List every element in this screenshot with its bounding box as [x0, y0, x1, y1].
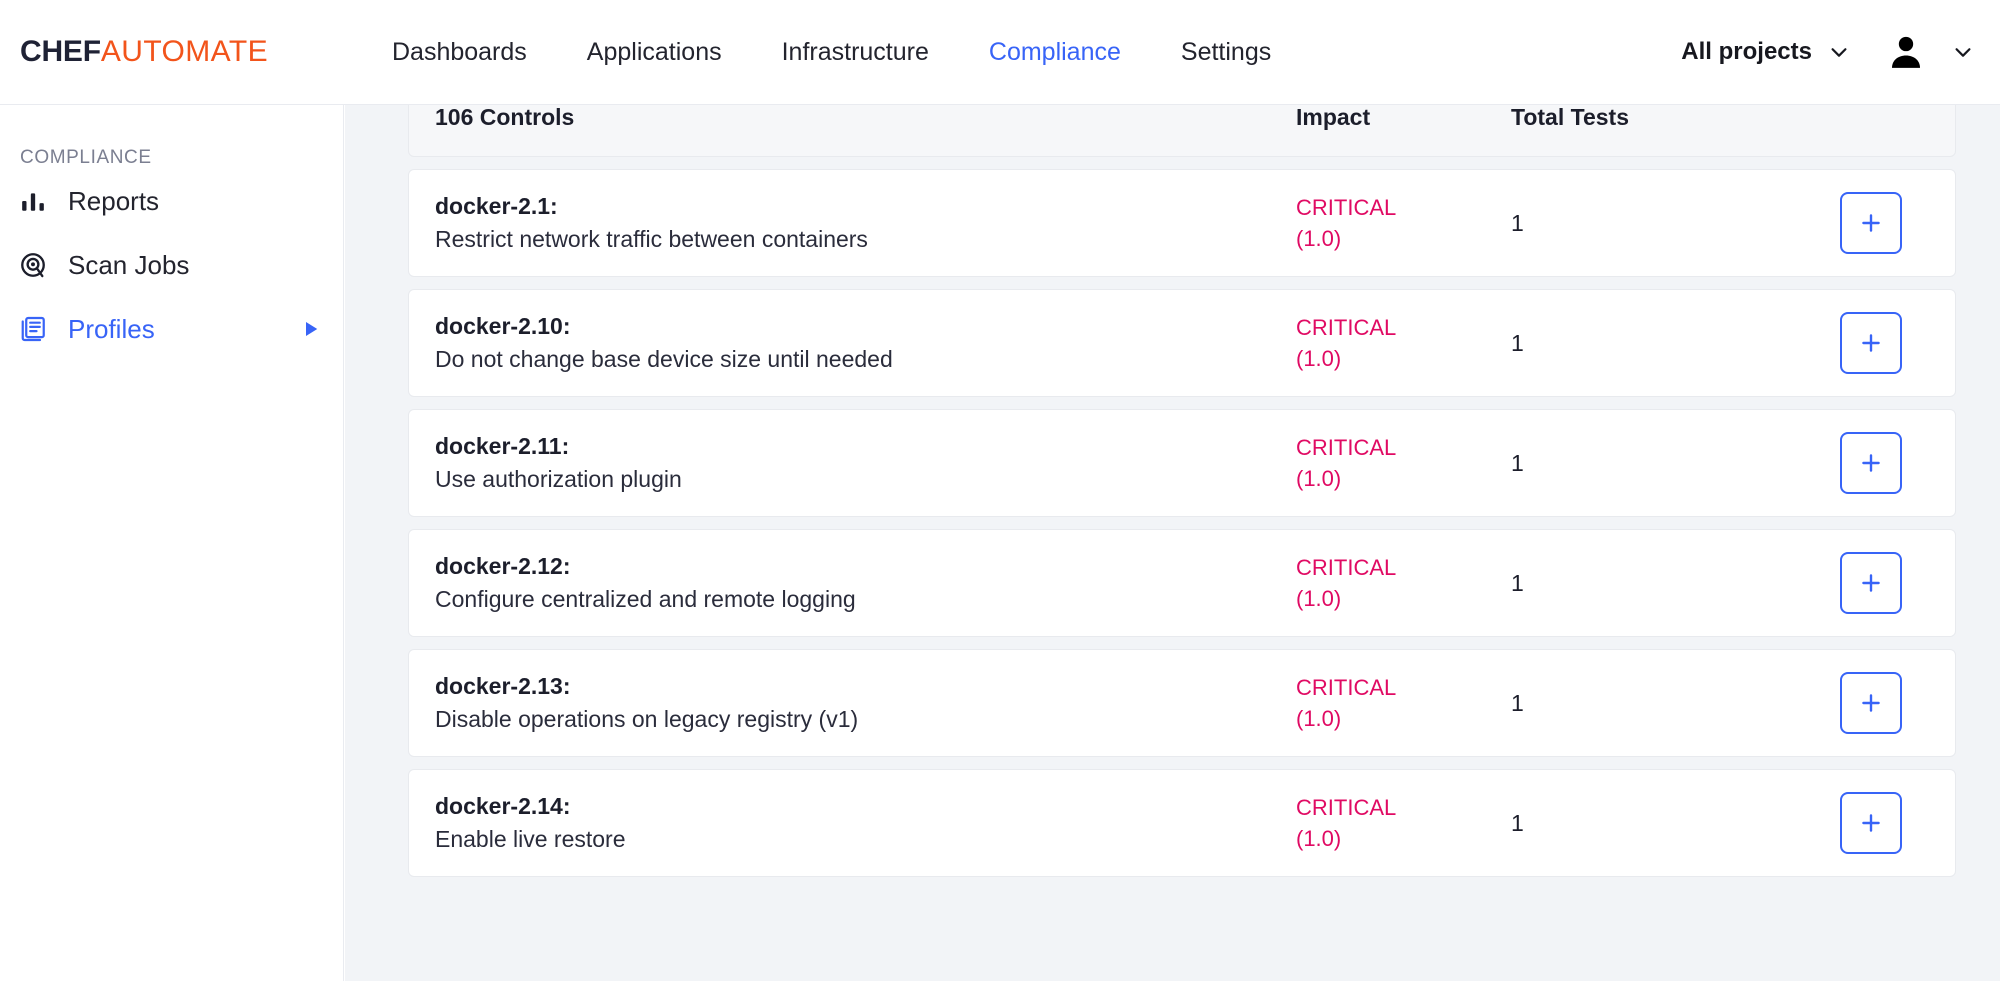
sidebar-item-scan-jobs[interactable]: Scan Jobs: [0, 233, 343, 297]
impact-level: CRITICAL: [1296, 672, 1511, 703]
nav-item-applications[interactable]: Applications: [587, 38, 722, 67]
impact-value: (1.0): [1296, 703, 1511, 734]
row-actions-cell: [1811, 192, 1931, 254]
expand-control-button[interactable]: [1840, 192, 1902, 254]
logo-chef-text: CHEF: [20, 35, 101, 69]
sidebar-item-reports-label: Reports: [68, 186, 159, 217]
sidebar-item-scan-jobs-label: Scan Jobs: [68, 250, 189, 281]
profiles-book-icon: [18, 314, 48, 344]
table-row[interactable]: docker-2.1: Restrict network traffic bet…: [408, 169, 1956, 277]
control-id: docker-2.11:: [435, 431, 1296, 463]
expand-control-button[interactable]: [1840, 792, 1902, 854]
expand-control-button[interactable]: [1840, 312, 1902, 374]
control-description: Use authorization plugin: [435, 463, 1296, 496]
plus-icon: [1858, 450, 1884, 476]
controls-table: 106 Controls Impact Total Tests docker-2…: [408, 105, 1956, 877]
nav-item-settings[interactable]: Settings: [1181, 38, 1271, 67]
chef-automate-logo[interactable]: CHEFAUTOMATE: [20, 35, 268, 69]
column-header-controls: 106 Controls: [435, 105, 1296, 131]
nav-item-compliance[interactable]: Compliance: [989, 38, 1121, 67]
expand-control-button[interactable]: [1840, 432, 1902, 494]
column-header-total-tests: Total Tests: [1511, 105, 1811, 131]
plus-icon: [1858, 810, 1884, 836]
plus-icon: [1858, 690, 1884, 716]
radar-target-icon: [18, 250, 48, 280]
table-row[interactable]: docker-2.11: Use authorization plugin CR…: [408, 409, 1956, 517]
row-actions-cell: [1811, 432, 1931, 494]
control-impact-cell: CRITICAL (1.0): [1296, 792, 1511, 854]
impact-level: CRITICAL: [1296, 552, 1511, 583]
top-navigation-bar: CHEFAUTOMATE Dashboards Applications Inf…: [0, 0, 2000, 105]
control-impact-cell: CRITICAL (1.0): [1296, 312, 1511, 374]
control-description: Configure centralized and remote logging: [435, 583, 1296, 616]
primary-nav: Dashboards Applications Infrastructure C…: [392, 38, 1271, 67]
impact-level: CRITICAL: [1296, 432, 1511, 463]
sidebar-section-label: COMPLIANCE: [20, 147, 343, 169]
control-total-tests: 1: [1511, 570, 1811, 597]
chevron-down-icon[interactable]: [1828, 41, 1850, 63]
expand-control-button[interactable]: [1840, 552, 1902, 614]
row-actions-cell: [1811, 312, 1931, 374]
bar-chart-icon: [18, 186, 48, 216]
control-impact-cell: CRITICAL (1.0): [1296, 672, 1511, 734]
controls-content-area: 106 Controls Impact Total Tests docker-2…: [345, 105, 2000, 981]
sidebar-item-profiles-label: Profiles: [68, 314, 155, 345]
impact-value: (1.0): [1296, 823, 1511, 854]
control-total-tests: 1: [1511, 210, 1811, 237]
impact-level: CRITICAL: [1296, 792, 1511, 823]
plus-icon: [1858, 330, 1884, 356]
control-id: docker-2.10:: [435, 311, 1296, 343]
control-name-cell: docker-2.1: Restrict network traffic bet…: [435, 191, 1296, 255]
control-impact-cell: CRITICAL (1.0): [1296, 432, 1511, 494]
logo-automate-text: AUTOMATE: [101, 35, 268, 69]
controls-table-header: 106 Controls Impact Total Tests: [408, 105, 1956, 157]
impact-level: CRITICAL: [1296, 312, 1511, 343]
plus-icon: [1858, 210, 1884, 236]
projects-selector-label[interactable]: All projects: [1681, 38, 1812, 66]
control-total-tests: 1: [1511, 810, 1811, 837]
table-row[interactable]: docker-2.12: Configure centralized and r…: [408, 529, 1956, 637]
table-row[interactable]: docker-2.14: Enable live restore CRITICA…: [408, 769, 1956, 877]
row-actions-cell: [1811, 672, 1931, 734]
impact-level: CRITICAL: [1296, 192, 1511, 223]
row-actions-cell: [1811, 792, 1931, 854]
table-row[interactable]: docker-2.13: Disable operations on legac…: [408, 649, 1956, 757]
sidebar-item-profiles[interactable]: Profiles: [0, 297, 343, 361]
top-right-controls: All projects: [1681, 32, 1974, 72]
control-id: docker-2.1:: [435, 191, 1296, 223]
control-name-cell: docker-2.14: Enable live restore: [435, 791, 1296, 855]
user-menu-chevron-down-icon[interactable]: [1952, 41, 1974, 63]
column-header-impact: Impact: [1296, 105, 1511, 131]
user-avatar-icon[interactable]: [1886, 32, 1926, 72]
control-description: Do not change base device size until nee…: [435, 343, 1296, 376]
expand-control-button[interactable]: [1840, 672, 1902, 734]
control-description: Enable live restore: [435, 823, 1296, 856]
control-total-tests: 1: [1511, 690, 1811, 717]
nav-item-infrastructure[interactable]: Infrastructure: [782, 38, 929, 67]
table-row[interactable]: docker-2.10: Do not change base device s…: [408, 289, 1956, 397]
control-impact-cell: CRITICAL (1.0): [1296, 552, 1511, 614]
plus-icon: [1858, 570, 1884, 596]
sidebar-item-reports[interactable]: Reports: [0, 169, 343, 233]
impact-value: (1.0): [1296, 583, 1511, 614]
control-name-cell: docker-2.12: Configure centralized and r…: [435, 551, 1296, 615]
control-description: Disable operations on legacy registry (v…: [435, 703, 1296, 736]
control-id: docker-2.12:: [435, 551, 1296, 583]
row-actions-cell: [1811, 552, 1931, 614]
control-name-cell: docker-2.13: Disable operations on legac…: [435, 671, 1296, 735]
control-id: docker-2.13:: [435, 671, 1296, 703]
compliance-sidebar: COMPLIANCE Reports Scan Jobs: [0, 105, 344, 981]
control-id: docker-2.14:: [435, 791, 1296, 823]
control-name-cell: docker-2.10: Do not change base device s…: [435, 311, 1296, 375]
control-description: Restrict network traffic between contain…: [435, 223, 1296, 256]
impact-value: (1.0): [1296, 223, 1511, 254]
nav-item-dashboards[interactable]: Dashboards: [392, 38, 527, 67]
caret-right-icon[interactable]: [301, 319, 321, 339]
control-name-cell: docker-2.11: Use authorization plugin: [435, 431, 1296, 495]
control-total-tests: 1: [1511, 330, 1811, 357]
control-impact-cell: CRITICAL (1.0): [1296, 192, 1511, 254]
impact-value: (1.0): [1296, 463, 1511, 494]
control-total-tests: 1: [1511, 450, 1811, 477]
impact-value: (1.0): [1296, 343, 1511, 374]
